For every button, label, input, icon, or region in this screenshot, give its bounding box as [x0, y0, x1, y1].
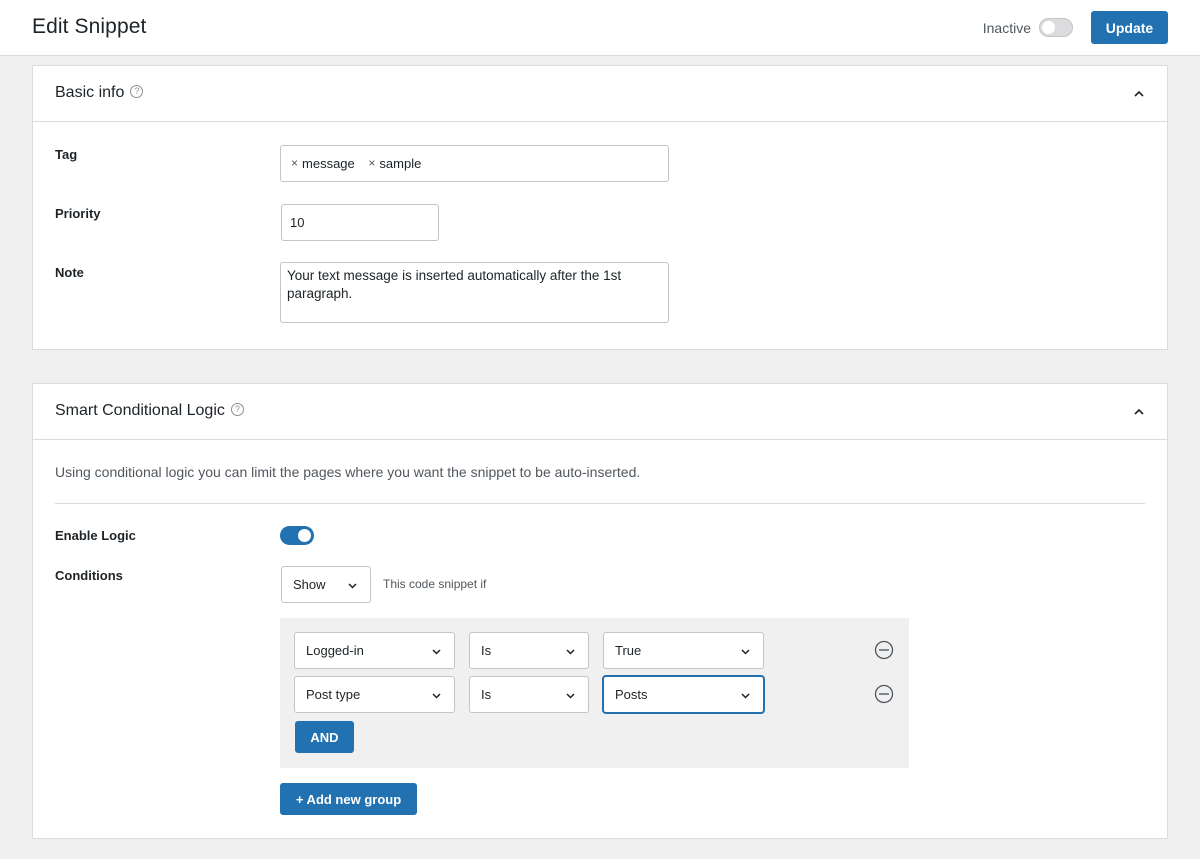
divider — [55, 503, 1145, 504]
rule-operator-select[interactable]: Is — [469, 632, 589, 669]
rule-field-select[interactable]: Post type — [294, 676, 455, 713]
show-hide-select[interactable]: Show — [281, 566, 371, 603]
active-toggle[interactable] — [1039, 18, 1073, 37]
chevron-down-icon — [741, 649, 750, 655]
status-label: Inactive — [982, 20, 1031, 36]
chevron-down-icon — [432, 693, 441, 699]
toggle-knob — [1042, 21, 1055, 34]
logic-description: Using conditional logic you can limit th… — [55, 464, 641, 480]
logic-header[interactable]: Smart Conditional Logic? — [33, 384, 1167, 440]
rule-value-select[interactable]: Posts — [603, 676, 764, 713]
tag-chip[interactable]: × message — [291, 156, 355, 171]
condition-group: Logged-in Is True Post type Is Posts AND — [280, 618, 909, 768]
remove-tag-icon[interactable]: × — [291, 156, 298, 170]
note-textarea[interactable]: Your text message is inserted automatica… — [280, 262, 669, 323]
conditional-logic-panel: Smart Conditional Logic? Using condition… — [32, 383, 1168, 839]
chevron-up-icon[interactable] — [1133, 406, 1145, 418]
rule-field-select[interactable]: Logged-in — [294, 632, 455, 669]
basic-info-title: Basic info? — [55, 84, 144, 102]
rule-value-select[interactable]: True — [603, 632, 764, 669]
chevron-down-icon — [741, 693, 750, 699]
tag-input[interactable]: × message × sample — [280, 145, 669, 182]
add-new-group-button[interactable]: + Add new group — [280, 783, 417, 815]
chevron-down-icon — [566, 693, 575, 699]
remove-rule-icon[interactable] — [874, 640, 894, 660]
help-icon[interactable]: ? — [130, 85, 144, 99]
rule-operator-select[interactable]: Is — [469, 676, 589, 713]
and-button[interactable]: AND — [295, 721, 354, 753]
note-label: Note — [55, 265, 84, 280]
tag-label: Tag — [55, 147, 78, 162]
page-title: Edit Snippet — [32, 15, 147, 38]
update-button[interactable]: Update — [1091, 11, 1168, 44]
top-bar: Edit Snippet Inactive Update — [0, 0, 1200, 56]
conditions-label: Conditions — [55, 568, 123, 583]
chevron-down-icon — [566, 649, 575, 655]
basic-info-header[interactable]: Basic info? — [33, 66, 1167, 122]
enable-logic-toggle[interactable] — [280, 526, 314, 545]
remove-tag-icon[interactable]: × — [368, 156, 375, 170]
chevron-down-icon — [348, 583, 357, 589]
chevron-down-icon — [432, 649, 441, 655]
tag-chip[interactable]: × sample — [368, 156, 421, 171]
enable-logic-label: Enable Logic — [55, 528, 136, 543]
conditions-hint: This code snippet if — [383, 577, 487, 591]
toggle-knob — [298, 529, 311, 542]
basic-info-panel: Basic info? Tag × message × sample Priorit… — [32, 65, 1168, 350]
logic-title: Smart Conditional Logic? — [55, 402, 244, 420]
priority-label: Priority — [55, 206, 101, 221]
remove-rule-icon[interactable] — [874, 684, 894, 704]
chevron-up-icon[interactable] — [1133, 88, 1145, 100]
priority-input[interactable]: 10 — [281, 204, 439, 241]
help-icon[interactable]: ? — [230, 403, 244, 417]
